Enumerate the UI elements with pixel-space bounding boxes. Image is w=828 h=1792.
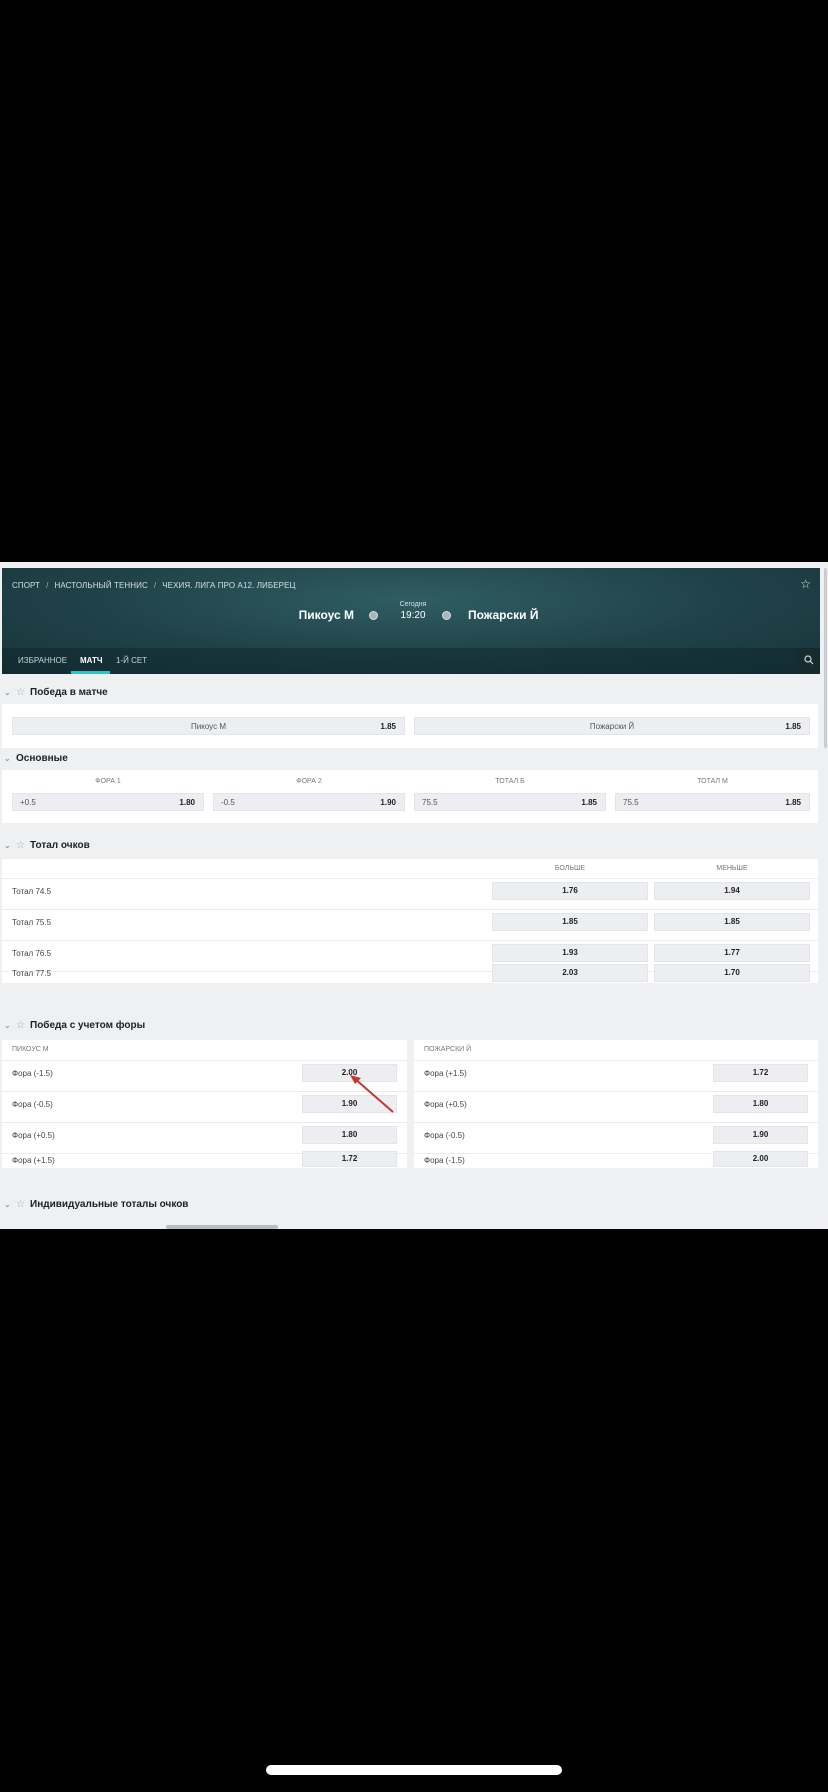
odd-button-handicap-away[interactable]: 1.72 bbox=[713, 1064, 808, 1082]
odd-button-handicap-home[interactable]: 1.72 bbox=[302, 1151, 397, 1167]
handicap-row-label: Фора (-0.5) bbox=[424, 1131, 465, 1140]
odd-button-total-under[interactable]: 1.85 bbox=[654, 913, 810, 931]
odd-button-total-over[interactable]: 1.76 bbox=[492, 882, 648, 900]
market-tabs: ИЗБРАННОЕ МАТЧ 1-Й СЕТ bbox=[2, 648, 820, 674]
section-handicap-title[interactable]: ⌄ ☆ Победа с учетом форы bbox=[4, 1020, 145, 1034]
total-row-label: Тотал 75.5 bbox=[12, 918, 52, 927]
breadcrumb-item-table-tennis[interactable]: НАСТОЛЬНЫЙ ТЕННИС bbox=[54, 581, 147, 590]
favorite-star-icon[interactable]: ☆ bbox=[800, 577, 811, 591]
total-row-label: Тотал 74.5 bbox=[12, 887, 52, 896]
horizontal-scrollbar[interactable] bbox=[166, 1225, 278, 1229]
section-totals-title[interactable]: ⌄ ☆ Тотал очков bbox=[4, 840, 90, 854]
handicap-away-header: ПОЖАРСКИ Й bbox=[424, 1046, 472, 1053]
odd-button-total-under[interactable]: 1.70 bbox=[654, 964, 810, 982]
column-header-under: МЕНЬШЕ bbox=[716, 865, 748, 872]
panel-totals: БОЛЬШЕ МЕНЬШЕ Тотал 74.5 1.76 1.94 Тотал… bbox=[2, 859, 818, 983]
handicap-row-label: Фора (+0.5) bbox=[12, 1131, 55, 1140]
odd-button-handicap-home[interactable]: 1.80 bbox=[302, 1126, 397, 1144]
section-main-title[interactable]: ⌄ Основные bbox=[4, 753, 68, 767]
column-header-handicap-1: ФОРА 1 bbox=[95, 778, 121, 785]
handicap-row-label: Фора (-0.5) bbox=[12, 1100, 53, 1109]
odd-button-handicap-away[interactable]: 2.00 bbox=[713, 1151, 808, 1167]
total-row-label: Тотал 76.5 bbox=[12, 949, 52, 958]
odd-button-total-over[interactable]: 1.93 bbox=[492, 944, 648, 962]
odd-button-total-over[interactable]: 75.5 1.85 bbox=[414, 793, 606, 811]
chevron-down-icon: ⌄ bbox=[4, 754, 11, 763]
odd-button-handicap-away[interactable]: 1.90 bbox=[713, 1126, 808, 1144]
chevron-down-icon: ⌄ bbox=[4, 688, 11, 697]
betting-screen: СПОРТ / НАСТОЛЬНЫЙ ТЕННИС / ЧЕХИЯ. ЛИГА ПРО … bbox=[0, 562, 828, 1229]
panel-handicap-away: ПОЖАРСКИ Й Фора (+1.5) 1.72 Фора (+0.5) … bbox=[414, 1040, 818, 1168]
column-header-total-under: ТОТАЛ М bbox=[697, 778, 728, 785]
total-row-label: Тотал 77.5 bbox=[12, 969, 52, 978]
home-indicator[interactable] bbox=[266, 1765, 562, 1775]
match-time: 19:20 bbox=[400, 610, 426, 621]
odd-button-total-over[interactable]: 2.03 bbox=[492, 964, 648, 982]
tab-match[interactable]: МАТЧ bbox=[80, 656, 103, 665]
active-tab-indicator bbox=[71, 671, 110, 674]
match-date: Сегодня bbox=[399, 601, 427, 608]
odd-button-handicap-away[interactable]: 1.80 bbox=[713, 1095, 808, 1113]
row-divider bbox=[2, 940, 818, 941]
row-divider bbox=[2, 909, 818, 910]
odd-button-total-under[interactable]: 1.94 bbox=[654, 882, 810, 900]
panel-main: ФОРА 1 ФОРА 2 ТОТАЛ Б ТОТАЛ М +0.5 1.80 … bbox=[2, 770, 818, 823]
tab-favorites[interactable]: ИЗБРАННОЕ bbox=[18, 656, 67, 665]
chevron-down-icon: ⌄ bbox=[4, 841, 11, 850]
chevron-down-icon: ⌄ bbox=[4, 1021, 11, 1030]
breadcrumb: СПОРТ / НАСТОЛЬНЫЙ ТЕННИС / ЧЕХИЯ. ЛИГА ПРО … bbox=[12, 581, 296, 590]
chevron-down-icon: ⌄ bbox=[4, 1200, 11, 1209]
team-home-name: Пикоус М bbox=[298, 608, 354, 622]
star-icon[interactable]: ☆ bbox=[16, 1199, 26, 1210]
handicap-row-label: Фора (-1.5) bbox=[12, 1069, 53, 1078]
breadcrumb-item-sport[interactable]: СПОРТ bbox=[12, 581, 40, 590]
row-divider bbox=[414, 1091, 818, 1092]
odd-button-handicap-1[interactable]: +0.5 1.80 bbox=[12, 793, 204, 811]
star-icon[interactable]: ☆ bbox=[16, 840, 26, 851]
odd-button-total-over[interactable]: 1.85 bbox=[492, 913, 648, 931]
search-button[interactable] bbox=[798, 648, 820, 674]
section-match-winner-title[interactable]: ⌄ ☆ Победа в матче bbox=[4, 687, 108, 701]
row-divider bbox=[414, 1122, 818, 1123]
row-divider bbox=[2, 1060, 407, 1061]
search-icon bbox=[804, 655, 814, 665]
handicap-row-label: Фора (+1.5) bbox=[12, 1156, 55, 1165]
odd-button-handicap-2[interactable]: -0.5 1.90 bbox=[213, 793, 405, 811]
section-individual-totals-title[interactable]: ⌄ ☆ Индивидуальные тоталы очков bbox=[4, 1199, 188, 1213]
handicap-home-header: ПИКОУС М bbox=[12, 1046, 49, 1053]
column-header-handicap-2: ФОРА 2 bbox=[296, 778, 322, 785]
panel-match-winner: Пикоус М 1.85 Пожарски Й 1.85 bbox=[2, 704, 818, 748]
vertical-scrollbar[interactable] bbox=[824, 568, 827, 748]
row-divider bbox=[414, 1060, 818, 1061]
odd-button-total-under[interactable]: 1.77 bbox=[654, 944, 810, 962]
handicap-row-label: Фора (+1.5) bbox=[424, 1069, 467, 1078]
team-home-icon bbox=[369, 611, 378, 620]
match-header: СПОРТ / НАСТОЛЬНЫЙ ТЕННИС / ЧЕХИЯ. ЛИГА ПРО … bbox=[2, 568, 820, 674]
odd-button-total-under[interactable]: 75.5 1.85 bbox=[615, 793, 810, 811]
odd-button-home-win[interactable]: Пикоус М 1.85 bbox=[12, 717, 405, 735]
team-away-icon bbox=[442, 611, 451, 620]
star-icon[interactable]: ☆ bbox=[16, 687, 26, 698]
handicap-row-label: Фора (+0.5) bbox=[424, 1100, 467, 1109]
odd-button-away-win[interactable]: Пожарски Й 1.85 bbox=[414, 717, 810, 735]
team-away-name: Пожарски Й bbox=[468, 608, 539, 622]
row-divider bbox=[2, 878, 818, 879]
handicap-row-label: Фора (-1.5) bbox=[424, 1156, 465, 1165]
column-header-over: БОЛЬШЕ bbox=[554, 865, 586, 872]
annotation-arrow-icon bbox=[350, 1075, 394, 1113]
column-header-total-over: ТОТАЛ Б bbox=[495, 778, 525, 785]
breadcrumb-item-league[interactable]: ЧЕХИЯ. ЛИГА ПРО A12. ЛИБЕРЕЦ bbox=[162, 581, 295, 590]
tab-first-set[interactable]: 1-Й СЕТ bbox=[116, 656, 147, 665]
star-icon[interactable]: ☆ bbox=[16, 1020, 26, 1031]
